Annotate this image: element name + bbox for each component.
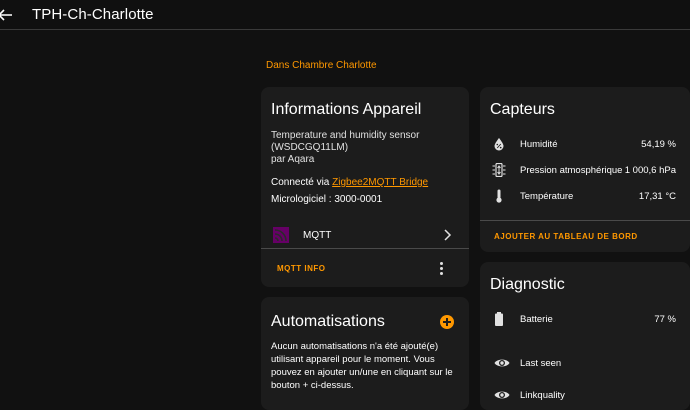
- diagnostic-card: Diagnostic Batterie 77 % Last seen Linkq…: [480, 262, 690, 410]
- device-info-title: Informations Appareil: [271, 101, 422, 118]
- diagnostic-title: Diagnostic: [490, 276, 565, 293]
- sensor-name: Température: [520, 191, 574, 202]
- diagnostic-row-battery[interactable]: Batterie 77 %: [480, 310, 690, 330]
- card-divider: [480, 220, 690, 221]
- sensor-row-pressure[interactable]: Pression atmosphérique 1 000,6 hPa: [480, 161, 690, 181]
- water-percent-icon: [494, 138, 504, 151]
- sensor-name: Pression atmosphérique: [520, 165, 623, 176]
- gauge-icon: [492, 163, 506, 177]
- battery-icon: [495, 312, 503, 326]
- area-link[interactable]: Dans Chambre Charlotte: [266, 60, 377, 71]
- device-firmware: Micrologiciel : 3000-0001: [271, 194, 383, 205]
- zigbee2mqtt-bridge-link[interactable]: Zigbee2MQTT Bridge: [332, 177, 428, 188]
- diagnostic-row-last-seen[interactable]: Last seen: [480, 354, 690, 374]
- device-manufacturer: par Aqara: [271, 154, 315, 165]
- thermometer-icon: [496, 189, 502, 203]
- sensor-row-humidity[interactable]: Humidité 54,19 %: [480, 135, 690, 155]
- diagnostic-name: Batterie: [520, 314, 553, 325]
- device-model-name: Temperature and humidity sensor: [271, 130, 420, 141]
- connected-via-label: Connecté via: [271, 177, 333, 188]
- diagnostic-name: Linkquality: [520, 390, 565, 401]
- chevron-right-icon: [444, 229, 452, 241]
- mqtt-integration-row[interactable]: MQTT: [261, 221, 469, 249]
- mqtt-label: MQTT: [303, 230, 332, 241]
- device-info-card: Informations Appareil Temperature and hu…: [261, 87, 469, 287]
- device-model: Temperature and humidity sensor (WSDCGQ1…: [271, 130, 419, 166]
- mqtt-info-button[interactable]: MQTT INFO: [277, 264, 326, 273]
- automations-card: Automatisations Aucun automatisations n'…: [261, 297, 469, 410]
- sensor-row-temperature[interactable]: Température 17,31 °C: [480, 187, 690, 207]
- sensor-value: 1 000,6 hPa: [624, 165, 676, 176]
- page-title: TPH-Ch-Charlotte: [32, 6, 154, 23]
- sensor-value: 17,31 °C: [638, 191, 676, 202]
- device-connected-via: Connecté via Zigbee2MQTT Bridge: [271, 177, 428, 188]
- eye-icon: [494, 391, 510, 399]
- card-divider: [261, 248, 469, 249]
- sensors-card: Capteurs Humidité 54,19 % Pression atmos…: [480, 87, 690, 252]
- eye-icon: [494, 359, 510, 367]
- add-automation-button[interactable]: [440, 315, 454, 329]
- sensors-title: Capteurs: [490, 101, 555, 118]
- sensor-name: Humidité: [520, 139, 558, 150]
- diagnostic-value: 77 %: [654, 314, 676, 325]
- automations-title: Automatisations: [271, 313, 385, 330]
- top-app-bar: TPH-Ch-Charlotte: [0, 0, 690, 30]
- diagnostic-row-linkquality[interactable]: Linkquality: [480, 386, 690, 406]
- mqtt-icon: [273, 227, 289, 243]
- add-to-dashboard-button[interactable]: AJOUTER AU TABLEAU DE BORD: [494, 232, 638, 241]
- sensor-value: 54,19 %: [641, 139, 676, 150]
- automations-empty-text: Aucun automatisations n'a été ajouté(e) …: [271, 341, 453, 391]
- device-model-id: (WSDCGQ11LM): [271, 142, 349, 153]
- arrow-left-icon[interactable]: [0, 7, 16, 23]
- more-vert-icon[interactable]: [437, 261, 445, 275]
- diagnostic-name: Last seen: [520, 358, 562, 369]
